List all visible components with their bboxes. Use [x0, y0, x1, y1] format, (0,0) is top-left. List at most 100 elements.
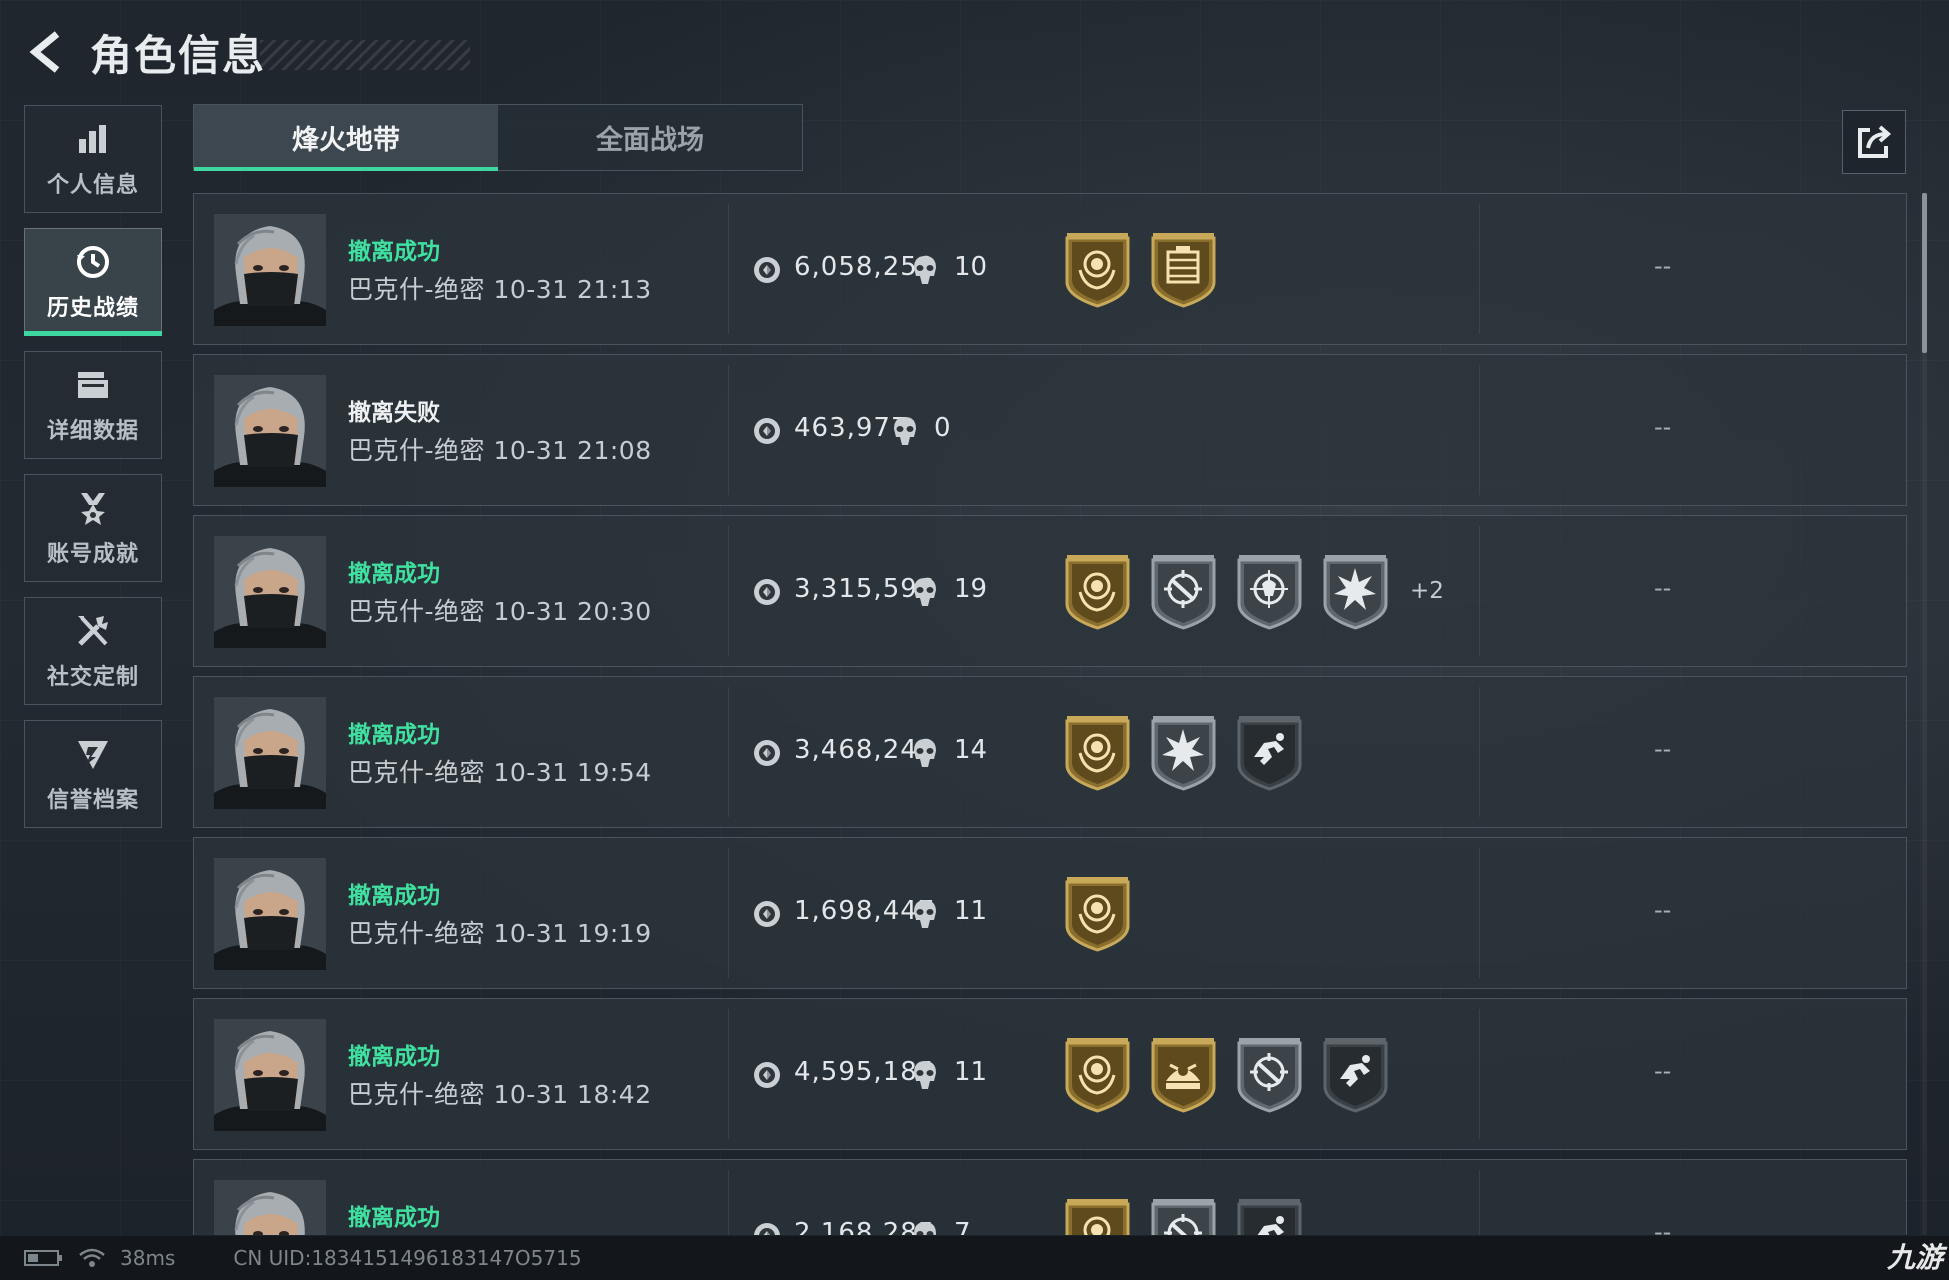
kill-count: 0 — [934, 413, 951, 443]
badge-list — [1064, 1196, 1303, 1235]
site-watermark-logo: 九游 — [1886, 1241, 1943, 1274]
badge-list — [1064, 874, 1131, 952]
coin-icon — [752, 1221, 782, 1235]
match-history-list[interactable]: 撤离成功 巴克什-绝密 10-31 21:13 6,058,250 10 -- 撤离失败巴… — [193, 193, 1907, 1235]
sidebar-item-label: 个人信息 — [46, 173, 139, 198]
share-icon — [1858, 125, 1892, 158]
map-and-time: 巴克什-绝密 10-31 19:54 — [348, 758, 652, 787]
silver-crosshair-badge-icon[interactable] — [1150, 552, 1217, 630]
column-divider — [728, 204, 729, 334]
sidebar-item-0[interactable]: 个人信息 — [24, 105, 162, 213]
column-divider — [728, 526, 729, 656]
operator-avatar — [214, 536, 326, 648]
dark-runner-badge-icon[interactable] — [1236, 1196, 1303, 1235]
wifi-icon — [78, 1247, 106, 1269]
tab-warzone[interactable]: 烽火地带 — [194, 105, 498, 171]
scrollbar-thumb[interactable] — [1922, 193, 1927, 353]
match-row[interactable]: 撤离成功 2,168,285 7 -- — [193, 1159, 1907, 1235]
silver-crosshair-badge-icon[interactable] — [1150, 1196, 1217, 1235]
dark-runner-badge-icon[interactable] — [1322, 1035, 1389, 1113]
map-and-time: 巴克什-绝密 10-31 18:42 — [348, 1080, 652, 1109]
extraction-status: 撤离成功 — [348, 1044, 440, 1070]
match-row[interactable]: 撤离成功 巴克什-绝密 10-31 18:42 4,595,184 11 -- — [193, 998, 1907, 1150]
gold-laurel-badge-icon[interactable] — [1064, 230, 1131, 308]
badge-list — [1064, 230, 1217, 308]
extra-info: -- — [1654, 1218, 1672, 1235]
silver-burst-badge-icon[interactable] — [1322, 552, 1389, 630]
header: 角色信息 — [22, 22, 471, 82]
silver-crosshair-badge-icon[interactable] — [1236, 1035, 1303, 1113]
extraction-status: 撤离成功 — [348, 883, 440, 909]
kill-count: 14 — [954, 735, 988, 765]
column-divider — [728, 365, 729, 495]
column-divider — [1479, 1170, 1480, 1235]
operator-avatar — [214, 1019, 326, 1131]
match-row[interactable]: 撤离失败 巴克什-绝密 10-31 21:08 463,977 0 -- — [193, 354, 1907, 506]
kill-count: 11 — [954, 1057, 988, 1087]
status-footer: 38ms CN UID:1834151496183147O5715 — [0, 1236, 1949, 1280]
match-row[interactable]: 撤离成功 巴克什-绝密 10-31 21:13 6,058,250 10 -- — [193, 193, 1907, 345]
battery-icon — [24, 1248, 64, 1268]
kill-count: 10 — [954, 252, 988, 282]
map-and-time: 巴克什-绝密 10-31 19:19 — [348, 919, 652, 948]
operator-avatar — [214, 214, 326, 326]
history-clock-icon — [73, 242, 113, 282]
sidebar-item-label: 社交定制 — [46, 665, 139, 690]
column-divider — [1479, 1009, 1480, 1139]
extraction-status: 撤离成功 — [348, 722, 440, 748]
skull-icon — [890, 415, 920, 447]
sidebar-item-label: 账号成就 — [46, 542, 139, 567]
title-decoration — [260, 40, 471, 70]
column-divider — [1479, 526, 1480, 656]
kill-count: 7 — [954, 1218, 971, 1235]
tab-full-battlefield[interactable]: 全面战场 — [498, 105, 802, 170]
extra-info: -- — [1654, 574, 1672, 602]
column-divider — [728, 848, 729, 978]
sidebar-item-label: 信誉档案 — [46, 788, 139, 813]
extraction-status: 撤离失败 — [348, 400, 440, 426]
kill-count: 11 — [954, 896, 988, 926]
sidebar-item-4[interactable]: 社交定制 — [24, 597, 162, 705]
skull-icon — [910, 898, 940, 930]
kill-count: 19 — [954, 574, 988, 604]
back-button[interactable] — [22, 27, 72, 77]
extra-info: -- — [1654, 1057, 1672, 1085]
skull-icon — [910, 737, 940, 769]
sidebar-item-3[interactable]: 账号成就 — [24, 474, 162, 582]
match-row[interactable]: 撤离成功 巴克什-绝密 10-31 19:19 1,698,447 11 -- — [193, 837, 1907, 989]
coin-icon — [752, 1060, 782, 1090]
gold-crate-badge-icon[interactable] — [1150, 230, 1217, 308]
bar-chart-icon — [73, 119, 113, 159]
skull-icon — [910, 254, 940, 286]
gold-laurel-badge-icon[interactable] — [1064, 874, 1131, 952]
sidebar-item-label: 历史战绩 — [46, 296, 139, 321]
badge-list — [1064, 713, 1303, 791]
sidebar-item-1[interactable]: 历史战绩 — [24, 228, 162, 336]
map-and-time: 巴克什-绝密 10-31 21:08 — [348, 436, 652, 465]
column-divider — [1479, 687, 1480, 817]
sidebar-item-2[interactable]: 详细数据 — [24, 351, 162, 459]
column-divider — [728, 687, 729, 817]
gold-laurel-badge-icon[interactable] — [1064, 713, 1131, 791]
shield-icon — [73, 734, 113, 774]
silver-burst-badge-icon[interactable] — [1150, 713, 1217, 791]
coin-icon — [752, 416, 782, 446]
column-divider — [728, 1170, 729, 1235]
page-title: 角色信息 — [90, 30, 267, 80]
gold-tank-badge-icon[interactable] — [1150, 1035, 1217, 1113]
dark-runner-badge-icon[interactable] — [1236, 713, 1303, 791]
map-and-time: 巴克什-绝密 10-31 21:13 — [348, 275, 652, 304]
match-row[interactable]: 撤离成功 巴克什-绝密 10-31 19:54 3,468,248 14 -- — [193, 676, 1907, 828]
operator-avatar — [214, 375, 326, 487]
silver-target-badge-icon[interactable] — [1236, 552, 1303, 630]
match-row[interactable]: 撤离成功 巴克什-绝密 10-31 20:30 3,315,596 19 +2 -- — [193, 515, 1907, 667]
share-button[interactable] — [1842, 110, 1906, 174]
sidebar-item-5[interactable]: 信誉档案 — [24, 720, 162, 828]
gold-laurel-badge-icon[interactable] — [1064, 1035, 1131, 1113]
extraction-status: 撤离成功 — [348, 1205, 440, 1231]
column-divider — [1479, 848, 1480, 978]
gold-laurel-badge-icon[interactable] — [1064, 552, 1131, 630]
gold-laurel-badge-icon[interactable] — [1064, 1196, 1131, 1235]
more-badges-count[interactable]: +2 — [1410, 578, 1444, 604]
map-and-time: 巴克什-绝密 10-31 20:30 — [348, 597, 652, 626]
